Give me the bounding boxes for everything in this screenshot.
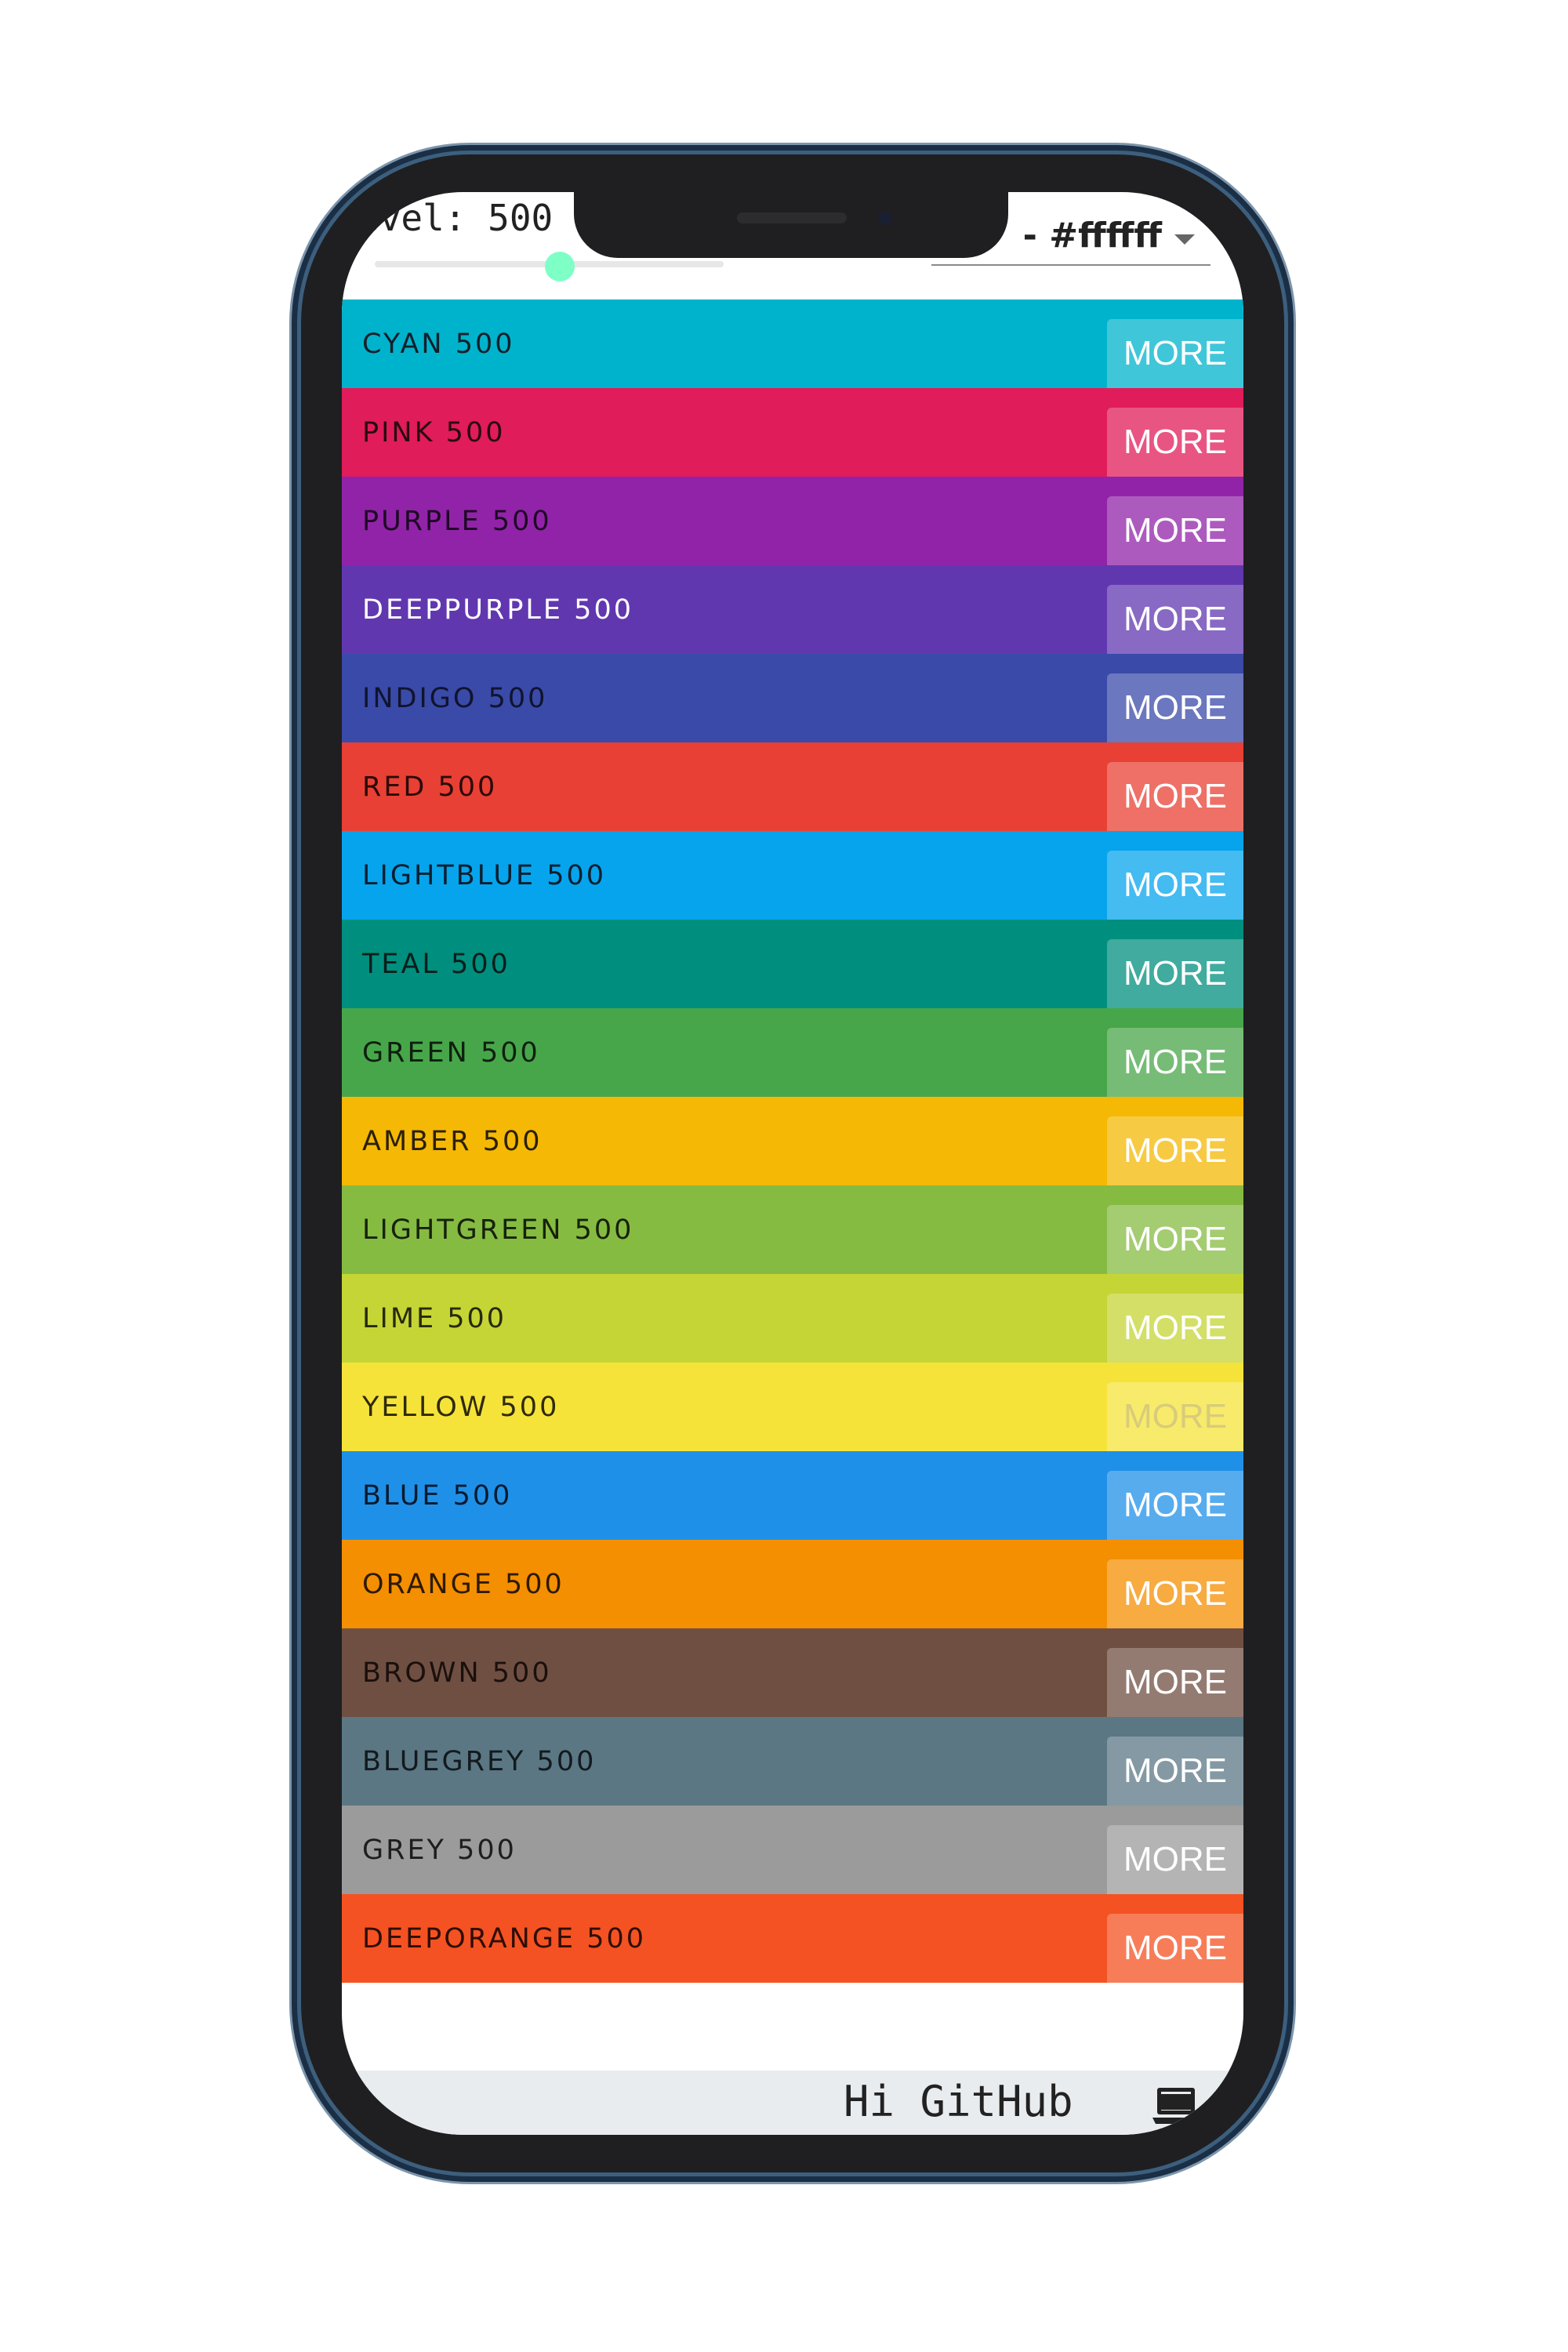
color-name: BLUE 500: [362, 1480, 513, 1512]
color-name: CYAN 500: [362, 328, 515, 360]
color-name: PINK 500: [362, 417, 506, 448]
phone-notch: [574, 192, 1008, 258]
color-name: TEAL 500: [362, 949, 510, 980]
color-row: LIME 500 MORE: [342, 1274, 1243, 1363]
more-button[interactable]: MORE: [1107, 319, 1243, 388]
color-row: PINK 500 MORE: [342, 388, 1243, 477]
color-name: GREY 500: [362, 1835, 517, 1866]
more-button[interactable]: MORE: [1107, 1382, 1243, 1451]
more-button[interactable]: MORE: [1107, 673, 1243, 742]
more-button[interactable]: MORE: [1107, 1737, 1243, 1806]
more-button[interactable]: MORE: [1107, 939, 1243, 1008]
color-name: LIGHTGREEN 500: [362, 1214, 634, 1246]
color-name: GREEN 500: [362, 1037, 540, 1069]
footer-bar: Hi GitHub: [342, 2071, 1243, 2135]
color-name: LIME 500: [362, 1303, 507, 1334]
camera-icon: [878, 211, 892, 225]
color-name: LIGHTBLUE 500: [362, 860, 607, 891]
color-row: LIGHTBLUE 500 MORE: [342, 831, 1243, 920]
footer-greeting: Hi GitHub: [844, 2077, 1073, 2126]
color-row: RED 500 MORE: [342, 742, 1243, 831]
more-button[interactable]: MORE: [1107, 1116, 1243, 1185]
color-row: LIGHTGREEN 500 MORE: [342, 1185, 1243, 1274]
text-color-select-value: - #ffffff: [1022, 216, 1162, 256]
color-row: BROWN 500 MORE: [342, 1628, 1243, 1717]
color-name: BLUEGREY 500: [362, 1746, 597, 1777]
color-name: DEEPORANGE 500: [362, 1923, 647, 1955]
more-button[interactable]: MORE: [1107, 496, 1243, 565]
more-button[interactable]: MORE: [1107, 1914, 1243, 1983]
color-row: AMBER 500 MORE: [342, 1097, 1243, 1185]
speaker-grille: [737, 212, 847, 223]
color-row: GREEN 500 MORE: [342, 1008, 1243, 1097]
more-button[interactable]: MORE: [1107, 851, 1243, 920]
color-name: YELLOW 500: [362, 1392, 560, 1423]
more-button[interactable]: MORE: [1107, 1471, 1243, 1540]
chevron-down-icon: [1174, 234, 1195, 245]
color-list: CYAN 500 MORE PINK 500 MORE PURPLE 500 MORE DE…: [342, 299, 1243, 1983]
color-row: TEAL 500 MORE: [342, 920, 1243, 1008]
more-button[interactable]: MORE: [1107, 1559, 1243, 1628]
color-name: RED 500: [362, 771, 498, 803]
more-button[interactable]: MORE: [1107, 1294, 1243, 1363]
more-button[interactable]: MORE: [1107, 1028, 1243, 1097]
more-button[interactable]: MORE: [1107, 1825, 1243, 1894]
color-row: DEEPORANGE 500 MORE: [342, 1894, 1243, 1983]
more-button[interactable]: MORE: [1107, 408, 1243, 477]
more-button[interactable]: MORE: [1107, 585, 1243, 654]
color-name: INDIGO 500: [362, 683, 548, 714]
color-row: PURPLE 500 MORE: [342, 477, 1243, 565]
level-label: evel: 500: [358, 197, 554, 239]
color-row: ORANGE 500 MORE: [342, 1540, 1243, 1628]
color-row: BLUE 500 MORE: [342, 1451, 1243, 1540]
laptop-icon[interactable]: [1151, 2085, 1201, 2127]
color-row: BLUEGREY 500 MORE: [342, 1717, 1243, 1806]
color-name: DEEPPURPLE 500: [362, 594, 633, 626]
color-row: YELLOW 500 MORE: [342, 1363, 1243, 1451]
color-row: INDIGO 500 MORE: [342, 654, 1243, 742]
more-button[interactable]: MORE: [1107, 1205, 1243, 1274]
more-button[interactable]: MORE: [1107, 762, 1243, 831]
more-button[interactable]: MORE: [1107, 1648, 1243, 1717]
phone-screen: evel: 500 - #ffffff CYAN 500 MORE PINK 500…: [342, 192, 1243, 2135]
color-row: GREY 500 MORE: [342, 1806, 1243, 1894]
level-slider-thumb[interactable]: [544, 252, 575, 281]
color-row: DEEPPURPLE 500 MORE: [342, 565, 1243, 654]
color-name: BROWN 500: [362, 1657, 552, 1689]
color-name: ORANGE 500: [362, 1569, 564, 1600]
color-name: AMBER 500: [362, 1126, 543, 1157]
color-name: PURPLE 500: [362, 506, 552, 537]
color-row: CYAN 500 MORE: [342, 299, 1243, 388]
